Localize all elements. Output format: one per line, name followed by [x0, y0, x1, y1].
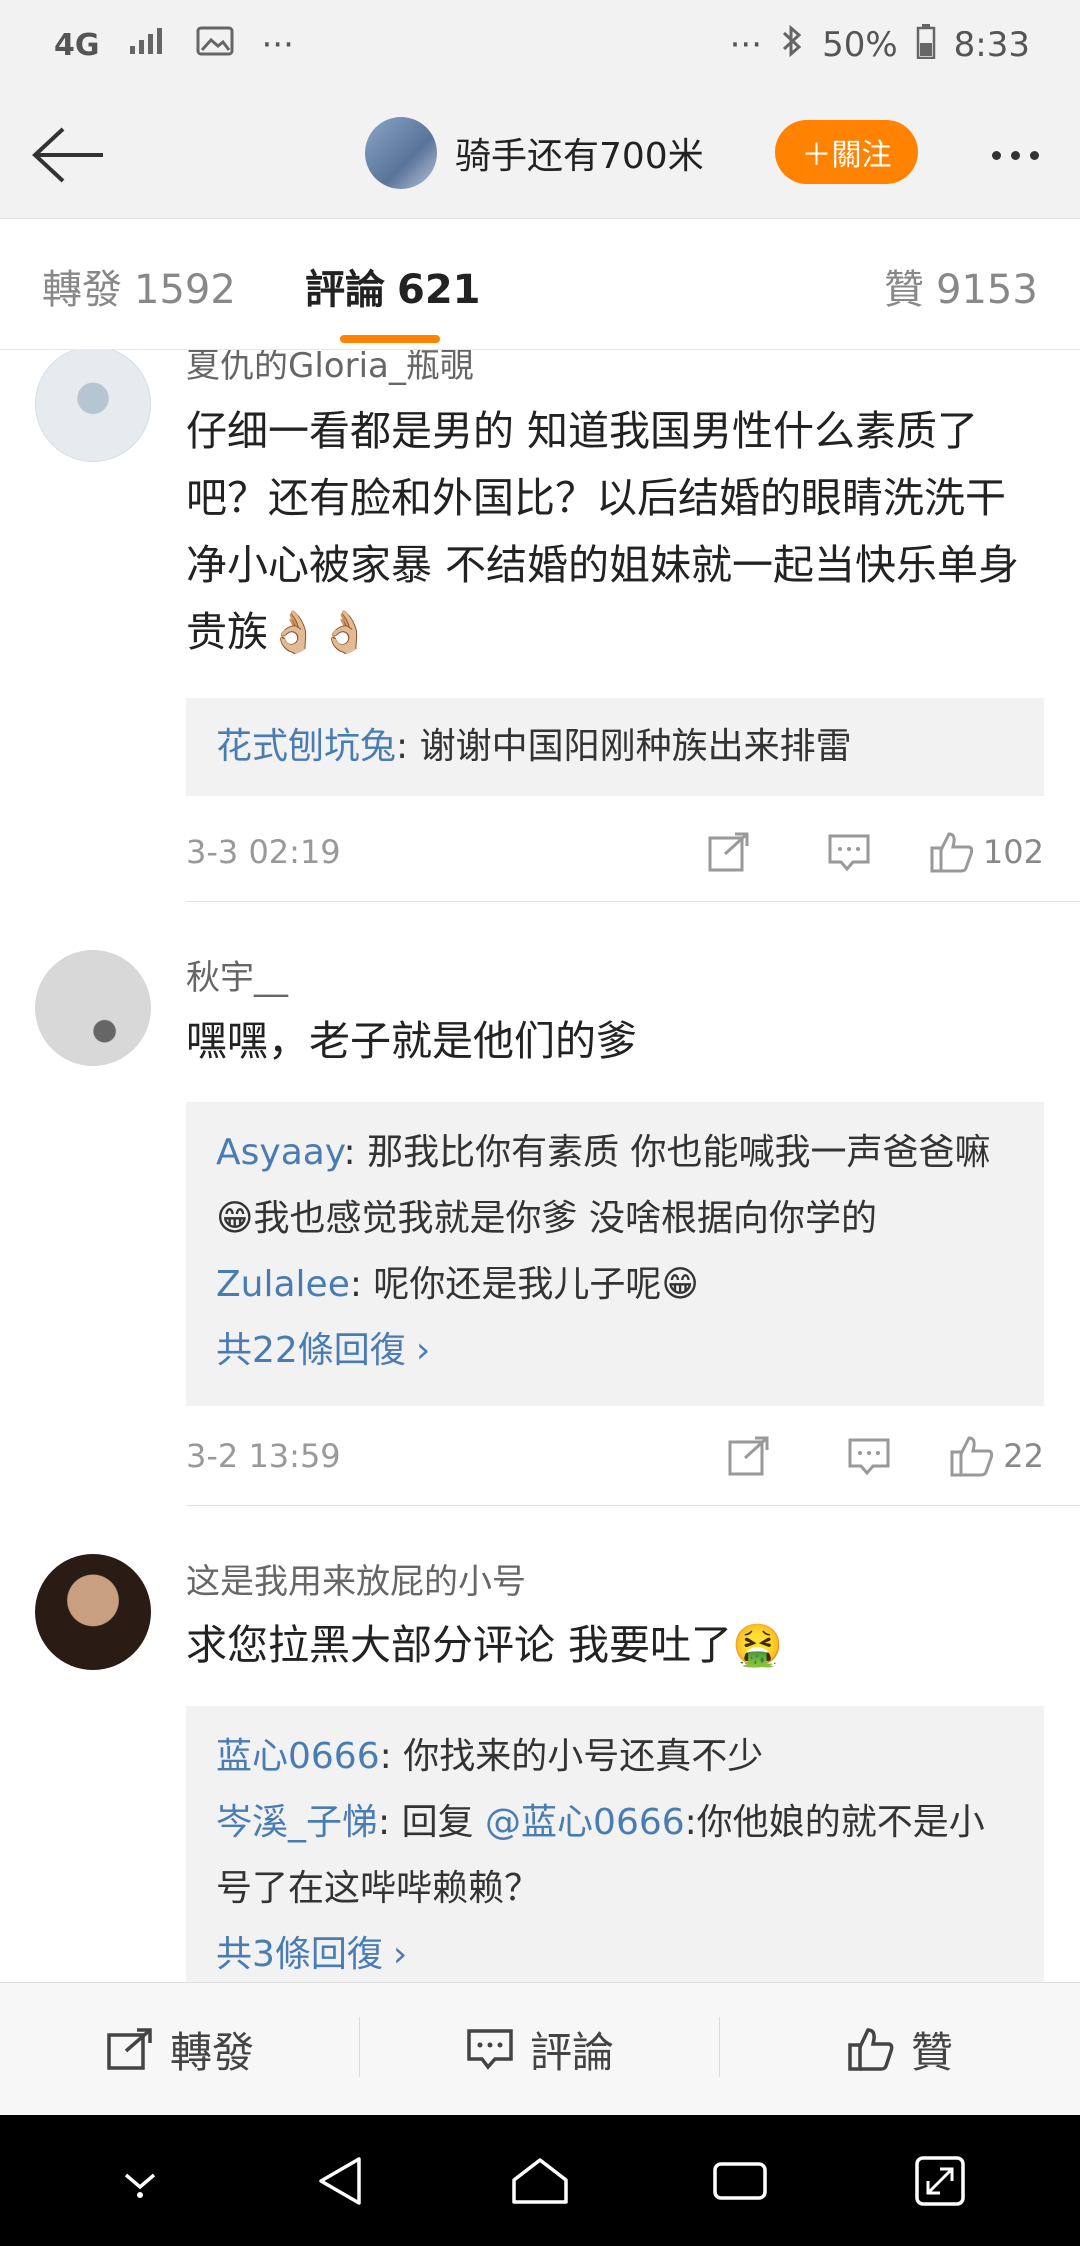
thumb-up-icon	[930, 832, 974, 873]
chevron-right-icon: ›	[392, 1934, 408, 1975]
author-name[interactable]: 骑手还有700米	[455, 127, 704, 179]
reply-item[interactable]: Asyaay: 那我比你有素质 你也能喊我一声爸爸嘛😁我也感觉我就是你爹 没啥根…	[216, 1120, 1014, 1252]
system-nav-bar	[0, 2115, 1080, 2246]
comment-icon	[828, 834, 870, 872]
reply-username[interactable]: 岑溪_子悌	[216, 1802, 378, 1843]
back-arrow-icon	[32, 127, 103, 183]
author-info[interactable]: 骑手还有700米	[365, 117, 704, 189]
clock: 8:33	[953, 25, 1030, 65]
nav-back-button[interactable]	[295, 2136, 385, 2226]
battery-icon	[916, 23, 936, 68]
comment-username[interactable]: 夏仇的Gloria_瓶覗	[186, 350, 474, 387]
thumb-up-icon	[848, 2028, 894, 2071]
reply-item[interactable]: Zulalee: 呢你还是我儿子呢😁	[216, 1252, 1014, 1318]
tab-comments[interactable]: 評論 621	[305, 257, 481, 315]
image-icon	[196, 25, 234, 66]
reply-text: : 你找来的小号还真不少	[379, 1736, 764, 1777]
signal-icon	[128, 25, 168, 65]
chevron-down-dot-icon	[124, 2173, 156, 2198]
reply-item[interactable]: 岑溪_子悌: 回复 @蓝心0666:你他娘的就不是小号了在这哔哔赖赖？	[216, 1790, 1014, 1922]
tab-repost[interactable]: 轉發 1592	[42, 257, 236, 315]
post-header: 骑手还有700米 ＋關注	[0, 90, 1080, 218]
triangle-back-icon	[319, 2156, 361, 2205]
comment-icon	[467, 2029, 513, 2070]
comment-time: 3-3 02:19	[186, 833, 341, 871]
status-bar: 4G ··· ··· 50% 8:33	[0, 0, 1080, 90]
reply-box[interactable]: 花式刨坑兔: 谢谢中国阳刚种族出来排雷	[186, 698, 1044, 796]
reply-comment-button[interactable]	[829, 1426, 909, 1486]
like-count: 102	[982, 833, 1044, 871]
reply-text: : 回复	[378, 1802, 486, 1843]
status-dots: ···	[261, 25, 294, 65]
reply-box[interactable]: Asyaay: 那我比你有素质 你也能喊我一声爸爸嘛😁我也感觉我就是你爹 没啥根…	[186, 1102, 1044, 1406]
home-icon	[512, 2157, 568, 2204]
comment-meta: 3-3 02:19 102	[186, 822, 1044, 882]
share-icon	[708, 832, 749, 872]
like-comment-button[interactable]: 22	[949, 1426, 1044, 1486]
expand-icon	[915, 2155, 965, 2206]
avatar[interactable]	[35, 950, 151, 1066]
repost-comment-button[interactable]	[689, 822, 769, 882]
comment-username[interactable]: 这是我用来放屁的小号	[186, 1554, 526, 1603]
tab-bar: 轉發 1592 評論 621 贊 9153	[0, 218, 1080, 350]
comment-meta: 3-2 13:59 22	[186, 1426, 1044, 1486]
nav-home-button[interactable]	[495, 2136, 585, 2226]
active-tab-indicator	[340, 335, 440, 343]
comment-text: 嘿嘿，老子就是他们的爹	[186, 1017, 637, 1065]
comment-text: 仔细一看都是男的 知道我国男性什么素质了吧？还有脸和外国比？以后结婚的眼睛洗洗干…	[186, 407, 1020, 656]
comment-username[interactable]: 秋宇__	[186, 950, 288, 999]
more-dots-icon	[991, 150, 1001, 160]
comment-icon	[848, 1438, 890, 1476]
share-icon	[728, 1436, 769, 1476]
avatar[interactable]	[35, 350, 151, 462]
status-dots-right: ···	[729, 25, 763, 65]
reply-mention[interactable]: @蓝心0666	[485, 1802, 685, 1843]
reply-username[interactable]: 花式刨坑兔	[216, 726, 396, 767]
author-avatar[interactable]	[365, 117, 437, 189]
comment-time: 3-2 13:59	[186, 1437, 341, 1475]
chevron-right-icon: ›	[415, 1330, 431, 1371]
like-button[interactable]: 贊	[720, 1983, 1080, 2115]
reply-username[interactable]: Asyaay	[216, 1132, 344, 1173]
reply-text: : 呢你还是我儿子呢😁	[349, 1264, 699, 1305]
repost-button[interactable]: 轉發	[0, 1983, 360, 2115]
reply-item[interactable]: 蓝心0666: 你找来的小号还真不少	[216, 1724, 1014, 1790]
reply-comment-button[interactable]	[809, 822, 889, 882]
comment-text: 求您拉黑大部分评论 我要吐了🤮	[186, 1621, 784, 1669]
avatar[interactable]	[35, 1554, 151, 1670]
repost-comment-button[interactable]	[709, 1426, 789, 1486]
battery-percent: 50%	[822, 25, 898, 65]
reply-username[interactable]: 蓝心0666	[216, 1736, 380, 1777]
status-left: 4G ···	[54, 25, 294, 66]
like-comment-button[interactable]: 102	[929, 822, 1044, 882]
reply-text: : 谢谢中国阳刚种族出来排雷	[396, 726, 852, 767]
follow-button[interactable]: ＋關注	[775, 120, 918, 184]
hide-keyboard-button[interactable]	[95, 2136, 185, 2226]
more-button[interactable]	[975, 125, 1055, 185]
thumb-up-icon	[950, 1436, 994, 1477]
network-type: 4G	[54, 27, 100, 63]
nav-expand-button[interactable]	[895, 2136, 985, 2226]
like-count: 22	[1003, 1437, 1044, 1475]
nav-recents-button[interactable]	[695, 2136, 785, 2226]
bluetooth-icon	[780, 24, 804, 67]
reply-box[interactable]: 蓝心0666: 你找来的小号还真不少 岑溪_子悌: 回复 @蓝心0666:你他娘…	[186, 1706, 1044, 1982]
comment-button[interactable]: 評論	[360, 1983, 720, 2115]
recents-icon	[713, 2161, 767, 2200]
tab-likes[interactable]: 贊 9153	[884, 257, 1038, 315]
more-replies-link[interactable]: 共22條回復 ›	[216, 1318, 1014, 1384]
comment-list[interactable]: 夏仇的Gloria_瓶覗 仔细一看都是男的 知道我国男性什么素质了吧？还有脸和外…	[0, 350, 1080, 1982]
reply-username[interactable]: Zulalee	[216, 1264, 350, 1305]
status-right: ··· 50% 8:33	[730, 23, 1030, 68]
share-icon	[107, 2028, 152, 2070]
back-button[interactable]	[22, 110, 112, 200]
post-action-bar: 轉發 評論 贊	[0, 1982, 1080, 2115]
more-replies-link[interactable]: 共3條回復 ›	[216, 1922, 1014, 1982]
